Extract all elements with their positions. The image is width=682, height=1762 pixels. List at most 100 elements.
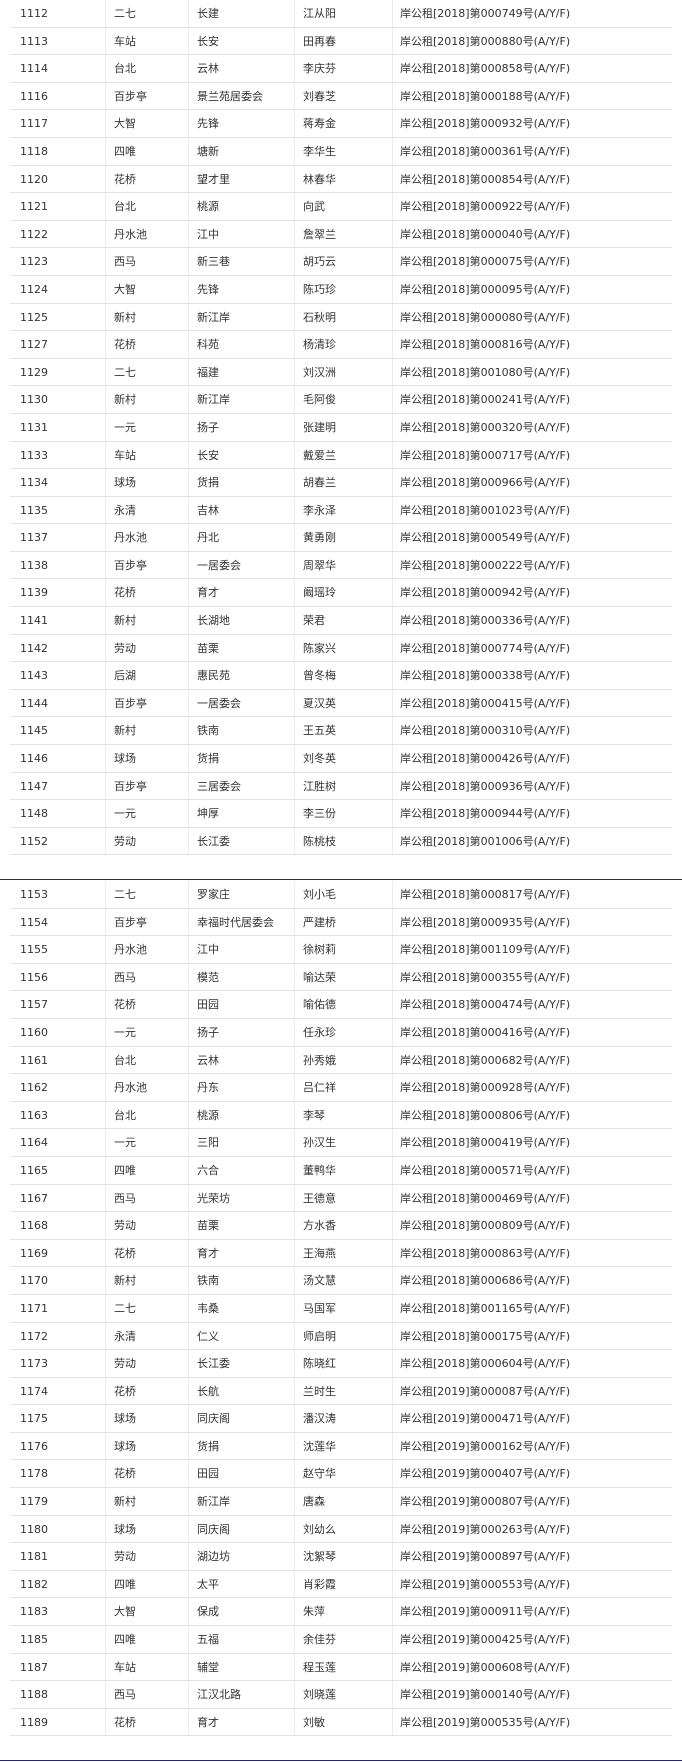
table-row: 1163 台北 桃源 李琴 岸公租[2018]第000806号(A/Y/F) <box>10 1102 672 1130</box>
table-row: 1145 新村 铁南 王五英 岸公租[2018]第000310号(A/Y/F) <box>10 717 672 746</box>
cell-certificate-number: 岸公租[2018]第000426号(A/Y/F) <box>400 752 571 766</box>
cell-row-number: 1137 <box>20 531 48 545</box>
cell-street-name: 大智 <box>114 117 136 131</box>
cell-tenant-name: 沈絮琴 <box>303 1550 336 1564</box>
cell-street-name: 新村 <box>114 1274 136 1288</box>
cell-certificate-number: 岸公租[2018]第000942号(A/Y/F) <box>400 586 571 600</box>
cell-certificate-number: 岸公租[2018]第000686号(A/Y/F) <box>400 1274 571 1288</box>
cell-street-name: 一元 <box>114 1025 136 1039</box>
cell-certificate-number: 岸公租[2018]第000817号(A/Y/F) <box>400 888 571 901</box>
cell-community-name: 丹北 <box>197 531 219 545</box>
cell-street-name: 百步亭 <box>114 915 147 929</box>
cell-community-name: 辅堂 <box>197 1660 219 1674</box>
cell-certificate-number: 岸公租[2018]第000749号(A/Y/F) <box>400 7 571 20</box>
cell-community-name: 货捐 <box>197 752 219 766</box>
cell-certificate-number: 岸公租[2018]第000075号(A/Y/F) <box>400 255 571 269</box>
cell-community-name: 育才 <box>197 1246 219 1260</box>
cell-tenant-name: 刘幼么 <box>303 1522 336 1536</box>
cell-certificate-number: 岸公租[2018]第000774号(A/Y/F) <box>400 641 571 655</box>
cell-tenant-name: 刘小毛 <box>303 888 336 901</box>
cell-street-name: 大智 <box>114 282 136 296</box>
section-divider-bottom <box>0 1760 682 1761</box>
table-row: 1134 球场 货捐 胡春兰 岸公租[2018]第000966号(A/Y/F) <box>10 469 672 497</box>
cell-tenant-name: 王五英 <box>303 724 336 738</box>
cell-certificate-number: 岸公租[2018]第000040号(A/Y/F) <box>400 227 571 241</box>
cell-certificate-number: 岸公租[2019]第000162号(A/Y/F) <box>400 1439 571 1453</box>
cell-community-name: 云林 <box>197 62 219 76</box>
cell-tenant-name: 夏汉英 <box>303 696 336 710</box>
cell-street-name: 台北 <box>114 62 136 76</box>
cell-row-number: 1122 <box>20 227 48 241</box>
cell-tenant-name: 王海燕 <box>303 1246 336 1260</box>
table-row: 1178 花桥 田园 赵守华 岸公租[2019]第000407号(A/Y/F) <box>10 1460 672 1489</box>
cell-row-number: 1125 <box>20 310 48 324</box>
cell-tenant-name: 陈巧珍 <box>303 282 336 296</box>
cell-certificate-number: 岸公租[2018]第000419号(A/Y/F) <box>400 1136 571 1150</box>
table-row: 1121 台北 桃源 向武 岸公租[2018]第000922号(A/Y/F) <box>10 193 672 221</box>
table-row: 1139 花桥 育才 阚瑶玲 岸公租[2018]第000942号(A/Y/F) <box>10 579 672 608</box>
cell-street-name: 球场 <box>114 1439 136 1453</box>
cell-tenant-name: 杨清珍 <box>303 338 336 352</box>
cell-street-name: 西马 <box>114 1688 136 1702</box>
table-row: 1162 丹水池 丹东 吕仁祥 岸公租[2018]第000928号(A/Y/F) <box>10 1074 672 1102</box>
housing-table-bottom: 1153 二七 罗家庄 刘小毛 岸公租[2018]第000817号(A/Y/F) 1154… <box>10 881 672 1737</box>
cell-certificate-number: 岸公租[2018]第001080号(A/Y/F) <box>400 365 571 379</box>
cell-street-name: 一元 <box>114 1136 136 1150</box>
table-row: 1179 新村 新江岸 唐森 岸公租[2019]第000807号(A/Y/F) <box>10 1488 672 1516</box>
cell-street-name: 劳动 <box>114 1219 136 1233</box>
cell-community-name: 仁义 <box>197 1329 219 1343</box>
cell-community-name: 桃源 <box>197 1108 219 1122</box>
cell-street-name: 花桥 <box>114 1384 136 1398</box>
cell-row-number: 1146 <box>20 752 48 766</box>
section-divider-top <box>0 879 682 880</box>
cell-certificate-number: 岸公租[2018]第000474号(A/Y/F) <box>400 998 571 1012</box>
cell-tenant-name: 兰时生 <box>303 1384 336 1398</box>
cell-street-name: 车站 <box>114 34 136 48</box>
table-row: 1114 台北 云林 李庆芬 岸公租[2018]第000858号(A/Y/F) <box>10 55 672 83</box>
cell-tenant-name: 朱萍 <box>303 1605 325 1619</box>
cell-community-name: 六合 <box>197 1163 219 1177</box>
table-row: 1172 永清 仁义 师启明 岸公租[2018]第000175号(A/Y/F) <box>10 1323 672 1351</box>
cell-community-name: 货捐 <box>197 476 219 490</box>
cell-community-name: 罗家庄 <box>197 888 230 901</box>
cell-certificate-number: 岸公租[2018]第000922号(A/Y/F) <box>400 200 571 214</box>
cell-row-number: 1123 <box>20 255 48 269</box>
cell-community-name: 铁南 <box>197 1274 219 1288</box>
cell-street-name: 四唯 <box>114 1577 136 1591</box>
cell-community-name: 长江委 <box>197 834 230 848</box>
cell-row-number: 1170 <box>20 1274 48 1288</box>
cell-tenant-name: 刘冬英 <box>303 752 336 766</box>
table-row: 1142 劳动 苗栗 陈家兴 岸公租[2018]第000774号(A/Y/F) <box>10 635 672 663</box>
cell-street-name: 花桥 <box>114 1467 136 1481</box>
cell-street-name: 二七 <box>114 1301 136 1315</box>
cell-street-name: 一元 <box>114 420 136 434</box>
cell-row-number: 1117 <box>20 117 48 131</box>
cell-community-name: 货捐 <box>197 1439 219 1453</box>
cell-row-number: 1142 <box>20 641 48 655</box>
cell-certificate-number: 岸公租[2018]第000549号(A/Y/F) <box>400 531 571 545</box>
cell-community-name: 新江岸 <box>197 1495 230 1509</box>
cell-street-name: 车站 <box>114 448 136 462</box>
table-row: 1141 新村 长湖地 荣君 岸公租[2018]第000336号(A/Y/F) <box>10 607 672 635</box>
cell-row-number: 1172 <box>20 1329 48 1343</box>
cell-certificate-number: 岸公租[2018]第000355号(A/Y/F) <box>400 970 571 984</box>
table-row: 1176 球场 货捐 沈莲华 岸公租[2019]第000162号(A/Y/F) <box>10 1433 672 1461</box>
cell-street-name: 新村 <box>114 310 136 324</box>
cell-row-number: 1148 <box>20 807 48 821</box>
cell-tenant-name: 詹翠兰 <box>303 227 336 241</box>
cell-tenant-name: 李三份 <box>303 807 336 821</box>
cell-tenant-name: 孙汉生 <box>303 1136 336 1150</box>
cell-certificate-number: 岸公租[2018]第000361号(A/Y/F) <box>400 144 571 158</box>
cell-tenant-name: 董鸭华 <box>303 1163 336 1177</box>
table-row: 1123 西马 新三巷 胡巧云 岸公租[2018]第000075号(A/Y/F) <box>10 248 672 276</box>
cell-certificate-number: 岸公租[2018]第000604号(A/Y/F) <box>400 1357 571 1371</box>
cell-street-name: 后湖 <box>114 669 136 683</box>
table-row: 1131 一元 扬子 张建明 岸公租[2018]第000320号(A/Y/F) <box>10 414 672 442</box>
cell-row-number: 1112 <box>20 7 48 20</box>
cell-certificate-number: 岸公租[2018]第000310号(A/Y/F) <box>400 724 571 738</box>
cell-certificate-number: 岸公租[2018]第000932号(A/Y/F) <box>400 117 571 131</box>
table-row: 1181 劳动 湖边坊 沈絮琴 岸公租[2019]第000897号(A/Y/F) <box>10 1543 672 1571</box>
cell-street-name: 劳动 <box>114 641 136 655</box>
cell-tenant-name: 戴爱兰 <box>303 448 336 462</box>
cell-row-number: 1118 <box>20 144 48 158</box>
